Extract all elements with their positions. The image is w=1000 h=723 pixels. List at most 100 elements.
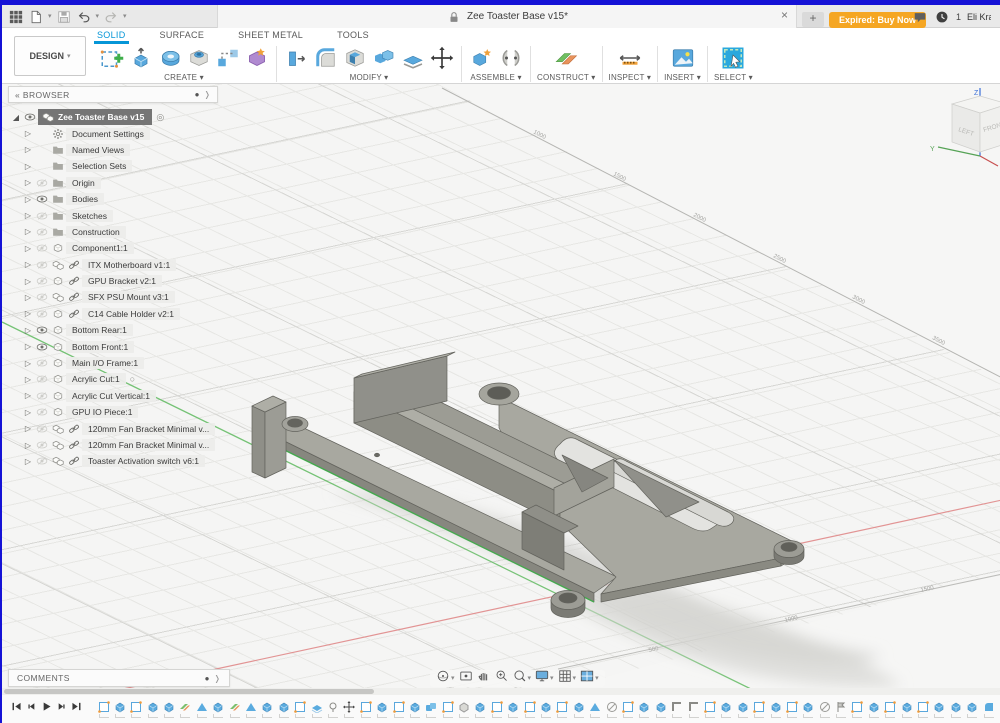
eye-off-icon[interactable] [34,423,50,435]
browser-panel-header[interactable]: « BROWSER ● ❭ [8,86,218,103]
expander-icon[interactable]: ▷ [22,195,34,204]
move-button[interactable] [428,45,455,72]
group-label[interactable]: INSERT ▾ [664,73,701,82]
orbit-tool[interactable]: ▾ [436,669,455,688]
timeline-feature-sketch[interactable] [556,701,569,718]
create-form-button[interactable] [243,45,270,72]
timeline-feature-mirror[interactable] [835,701,848,718]
expander-icon[interactable]: ▷ [22,145,34,154]
browser-item-120mm-fan-bracket-minimal-v[interactable]: ▷120mm Fan Bracket Minimal v... [8,437,240,453]
expander-icon[interactable]: ▷ [22,244,34,253]
eye-off-icon[interactable] [34,259,50,271]
expander-icon[interactable]: ◢ [10,113,22,122]
combine-button[interactable] [370,45,397,72]
look-at-tool[interactable] [459,669,473,688]
timeline-feature-sketch[interactable] [785,701,798,718]
group-label[interactable]: SELECT ▾ [714,73,753,82]
timeline-feature-extrude[interactable] [769,701,782,718]
clock-icon[interactable] [934,9,950,25]
timeline-feature-loft[interactable] [245,701,258,718]
timeline-feature-sketch[interactable] [441,701,454,718]
timeline-feature-sketch[interactable] [490,701,503,718]
timeline-feature-extrude[interactable] [376,701,389,718]
skip-start-button[interactable] [10,700,23,718]
timeline-feature-extrude[interactable] [408,701,421,718]
browser-item-sketches[interactable]: ▷Sketches [8,207,240,223]
expander-icon[interactable]: ▷ [22,227,34,236]
play-button[interactable] [40,700,53,718]
tab-surface[interactable]: SURFACE [157,30,208,44]
group-label[interactable]: MODIFY ▾ [350,73,389,82]
browser-item-acrylic-cut-vertical-1[interactable]: ▷Acrylic Cut Vertical:1 [8,388,240,404]
eye-off-icon[interactable] [34,291,50,303]
browser-item-gpu-io-piece-1[interactable]: ▷GPU IO Piece:1 [8,404,240,420]
timeline-feature-sketch[interactable] [523,701,536,718]
timeline-feature-extrude[interactable] [736,701,749,718]
expander-icon[interactable]: ▷ [22,424,34,433]
save-icon[interactable] [56,9,72,25]
browser-item-toaster-activation-switch-v6-1[interactable]: ▷Toaster Activation switch v6:1 [8,453,240,469]
shell-button[interactable] [341,45,368,72]
eye-off-icon[interactable] [34,210,50,222]
select-button[interactable] [720,45,747,72]
tab-tools[interactable]: TOOLS [334,30,372,44]
viewport-canvas[interactable]: 100015002000250030003500 50010001500 [2,84,1000,690]
comments-bar[interactable]: COMMENTS ● ❭ [8,669,230,687]
timeline-feature-extrude[interactable] [507,701,520,718]
eye-off-icon[interactable] [34,226,50,238]
skip-end-button[interactable] [70,700,83,718]
timeline-feature-sketch[interactable] [851,701,864,718]
expander-icon[interactable]: ▷ [22,375,34,384]
timeline-feature-sketch[interactable] [359,701,372,718]
eye-off-icon[interactable] [34,373,50,385]
viewports-tool[interactable]: ▾ [580,669,599,688]
browser-item-selection-sets[interactable]: ▷Selection Sets [8,158,240,174]
tab-solid[interactable]: SOLID [94,30,129,44]
browser-item-bottom-front-1[interactable]: ▷Bottom Front:1 [8,338,240,354]
tab-sheet-metal[interactable]: SHEET METAL [235,30,306,44]
browser-item-component1-1[interactable]: ▷Component1:1 [8,240,240,256]
expander-icon[interactable]: ▷ [22,309,34,318]
fillet-button[interactable] [312,45,339,72]
timeline-feature-construction-plane[interactable] [228,701,241,718]
expander-icon[interactable]: ▷ [22,441,34,450]
timeline-feature-sketch[interactable] [622,701,635,718]
browser-item-itx-motherboard-v1-1[interactable]: ▷ITX Motherboard v1:1 [8,257,240,273]
pan-tool[interactable] [477,669,491,688]
browser-item-120mm-fan-bracket-minimal-v[interactable]: ▷120mm Fan Bracket Minimal v... [8,420,240,436]
new-component-button[interactable] [468,45,495,72]
create-sketch-button[interactable] [98,45,125,72]
expander-icon[interactable]: ▷ [22,211,34,220]
timeline-feature-sketch[interactable] [884,701,897,718]
timeline-feature-extrude[interactable] [113,701,126,718]
eye-off-icon[interactable] [34,455,50,467]
eye-on-icon[interactable] [34,324,50,336]
revolve-button[interactable] [156,45,183,72]
undo-icon[interactable] [76,9,92,25]
joint-button[interactable] [497,45,524,72]
timeline-feature-sketch[interactable] [97,701,110,718]
browser-item-main-i-o-frame-1[interactable]: ▷Main I/O Frame:1 [8,355,240,371]
extrude-button[interactable] [127,45,154,72]
timeline-feature-extrude[interactable] [949,701,962,718]
timeline-feature-pin[interactable] [326,701,339,718]
timeline-feature-extrude[interactable] [212,701,225,718]
new-tab-button[interactable]: + [802,12,824,27]
close-tab-icon[interactable]: × [781,8,788,22]
expander-icon[interactable]: ▷ [22,129,34,138]
timeline-feature-sketch[interactable] [753,701,766,718]
timeline-feature-extrude[interactable] [277,701,290,718]
insert-image-button[interactable] [669,45,696,72]
expander-icon[interactable]: ▷ [22,162,34,171]
workspace-selector[interactable]: DESIGN ▾ [14,36,86,76]
timeline-scrollbar-thumb[interactable] [4,689,374,694]
eye-off-icon[interactable] [34,439,50,451]
ground-to-parent-icon[interactable]: ◎ [156,112,164,123]
step-forward-button[interactable] [55,700,68,718]
timeline-feature-construction-plane[interactable] [179,701,192,718]
eye-off-icon[interactable] [34,177,50,189]
eye-off-icon[interactable] [34,308,50,320]
comments-dot-icon[interactable]: ● [205,674,210,683]
browser-item-bodies[interactable]: ▷Bodies [8,191,240,207]
construct-plane-button[interactable] [553,45,580,72]
